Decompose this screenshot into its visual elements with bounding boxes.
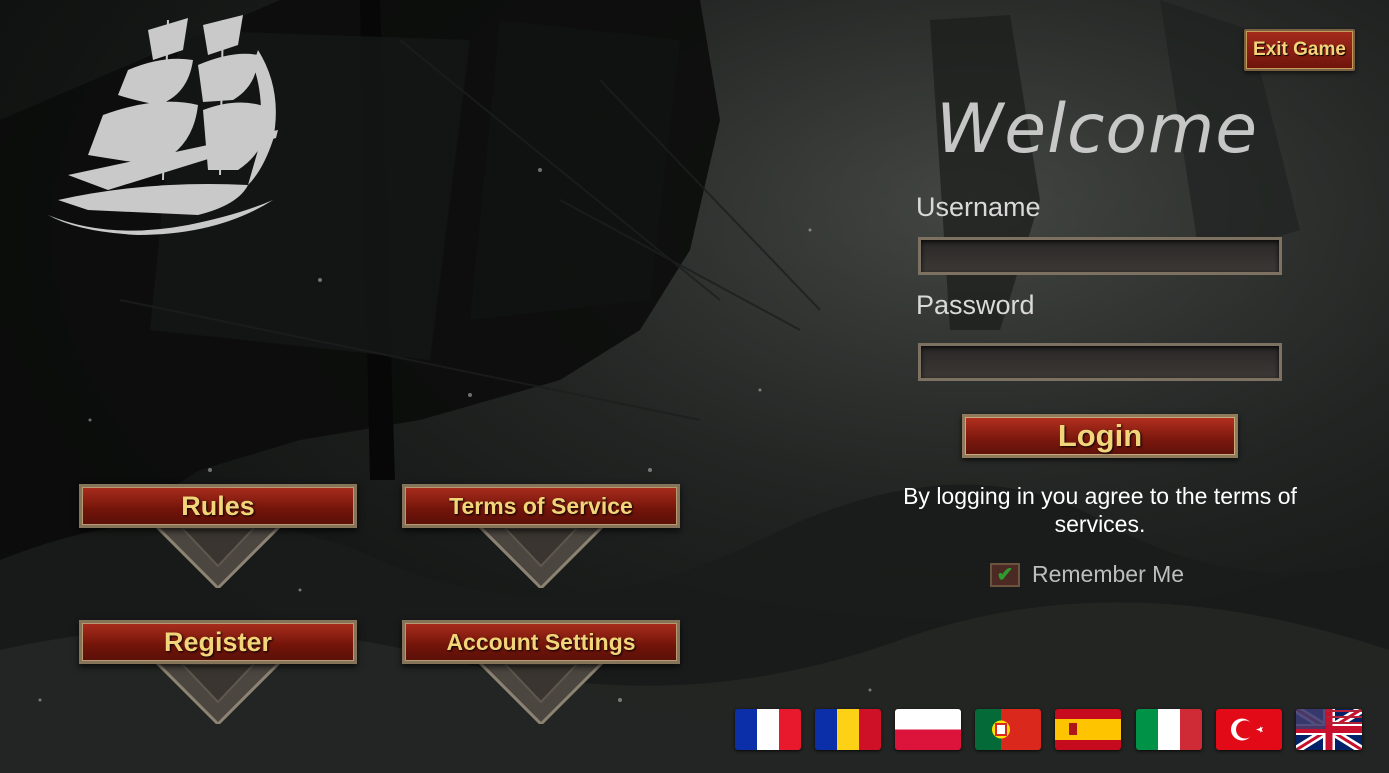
game-logo-ship [48, 15, 278, 235]
rules-button[interactable]: Rules [79, 484, 357, 590]
ornament-triangle-icon [152, 522, 284, 588]
portuguese-flag-icon[interactable] [975, 709, 1041, 750]
english-flag-icon[interactable] [1296, 709, 1362, 750]
remember-me[interactable]: ✔ Remember Me [990, 561, 1184, 588]
login-button[interactable]: Login [962, 414, 1238, 458]
polish-flag-icon[interactable] [895, 709, 961, 750]
spanish-flag-icon[interactable] [1055, 709, 1121, 750]
romanian-flag-icon[interactable] [815, 709, 881, 750]
french-flag-icon[interactable] [735, 709, 801, 750]
rules-button-label: Rules [79, 484, 357, 528]
remember-me-checkbox[interactable]: ✔ [990, 562, 1020, 587]
terms-agreement-text: By logging in you agree to the terms of … [903, 483, 1297, 537]
password-input[interactable] [918, 343, 1282, 381]
terms-of-service-button[interactable]: Terms of Service [402, 484, 680, 590]
register-button-label: Register [79, 620, 357, 664]
username-label: Username [916, 192, 1041, 222]
password-label: Password [916, 290, 1035, 320]
exit-game-button[interactable]: Exit Game [1244, 29, 1355, 71]
welcome-title: Welcome [936, 90, 1259, 169]
ornament-triangle-icon [475, 658, 607, 724]
ornament-triangle-icon [152, 658, 284, 724]
italian-flag-icon[interactable] [1136, 709, 1202, 750]
account-settings-button-label: Account Settings [402, 620, 680, 664]
remember-me-label: Remember Me [1032, 561, 1185, 587]
ornament-triangle-icon [475, 522, 607, 588]
username-input[interactable] [918, 237, 1282, 275]
checkmark-icon: ✔ [996, 564, 1014, 586]
turkish-flag-icon[interactable] [1216, 709, 1282, 750]
register-button[interactable]: Register [79, 620, 357, 726]
account-settings-button[interactable]: Account Settings [402, 620, 680, 726]
terms-button-label: Terms of Service [402, 484, 680, 528]
